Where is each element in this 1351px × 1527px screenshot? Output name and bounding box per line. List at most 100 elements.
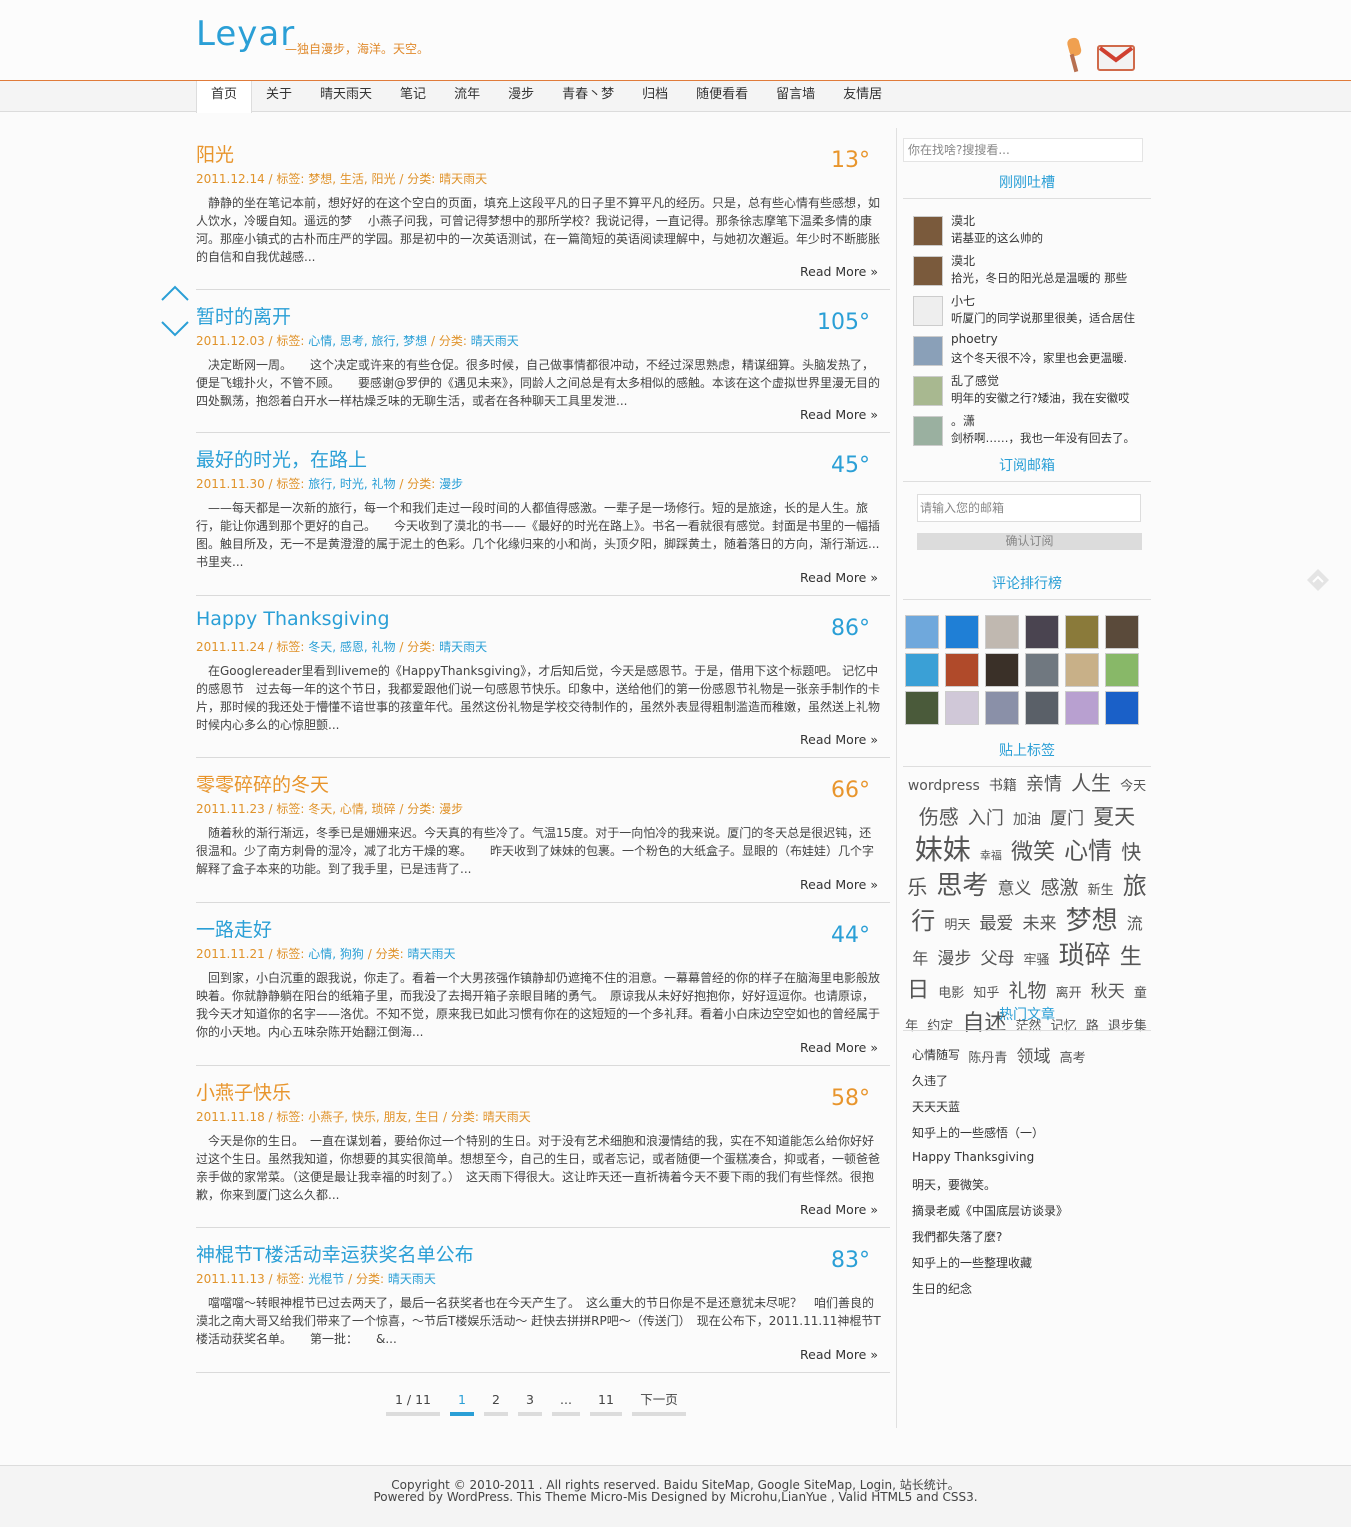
tag-link[interactable]: 伤感 <box>919 805 959 829</box>
page-link[interactable]: 11 <box>590 1390 622 1416</box>
commenter-avatar[interactable] <box>1065 615 1099 649</box>
nav-item[interactable]: 晴天雨天 <box>306 81 386 111</box>
commenter-avatar[interactable] <box>1025 653 1059 687</box>
post-title[interactable]: 最好的时光，在路上 <box>196 445 367 472</box>
tag-link[interactable]: 知乎 <box>973 986 999 1001</box>
tag-link[interactable]: 亲情 <box>1026 774 1062 795</box>
tag-link[interactable]: 明天 <box>944 918 970 933</box>
tag-link[interactable]: 高考 <box>1060 1051 1086 1066</box>
tool-icon[interactable] <box>1064 36 1086 76</box>
commenter-avatar[interactable] <box>1105 691 1139 725</box>
hot-post-link[interactable]: Happy Thanksgiving <box>912 1150 1034 1164</box>
post-tags[interactable]: 心情, 思考, 旅行, 梦想 <box>308 334 427 348</box>
post-tags[interactable]: 旅行, 时光, 礼物 <box>308 477 395 491</box>
mail-icon[interactable] <box>1096 42 1136 72</box>
tag-link[interactable]: 心情 <box>1064 837 1112 865</box>
page-link[interactable]: 2 <box>484 1390 508 1416</box>
scroll-down-icon[interactable] <box>160 320 190 338</box>
hot-post-link[interactable]: 明天，要微笑。 <box>912 1176 996 1193</box>
post-category[interactable]: 晴天雨天 <box>439 172 487 186</box>
commenter-avatar[interactable] <box>1105 615 1139 649</box>
site-logo[interactable]: Leyar <box>196 14 295 54</box>
commenter-avatar[interactable] <box>1025 615 1059 649</box>
post-title[interactable]: 阳光 <box>196 140 234 167</box>
tag-link[interactable]: 今天 <box>1120 779 1146 794</box>
post-title[interactable]: 小燕子快乐 <box>196 1078 291 1105</box>
tag-link[interactable]: 书籍 <box>989 778 1017 794</box>
tag-link[interactable]: 夏天 <box>1093 805 1135 829</box>
nav-item[interactable]: 关于 <box>252 81 306 111</box>
tag-link[interactable]: 微笑 <box>1011 840 1055 865</box>
nav-item[interactable]: 首页 <box>196 81 253 113</box>
commenter-avatar[interactable] <box>1025 691 1059 725</box>
tag-link[interactable]: 漫步 <box>937 949 971 969</box>
post-category[interactable]: 漫步 <box>439 477 463 491</box>
commenter-avatar[interactable] <box>945 691 979 725</box>
read-more-link[interactable]: Read More » <box>800 264 878 279</box>
read-more-link[interactable]: Read More » <box>800 877 878 892</box>
post-title[interactable]: Happy Thanksgiving <box>196 608 390 630</box>
nav-item[interactable]: 随便看看 <box>682 81 762 111</box>
hot-post-link[interactable]: 生日的纪念 <box>912 1280 972 1297</box>
post-title[interactable]: 零零碎碎的冬天 <box>196 770 329 797</box>
tag-link[interactable]: 最爱 <box>979 914 1013 934</box>
commenter-avatar[interactable] <box>945 615 979 649</box>
hot-post-link[interactable]: 摘录老威《中国底层访谈录》 <box>912 1202 1068 1219</box>
hot-post-link[interactable]: 知乎上的一些感悟（一） <box>912 1124 1044 1141</box>
tag-link[interactable]: 幸福 <box>980 849 1002 862</box>
tweet-author[interactable]: 。潇 <box>951 412 975 429</box>
post-title[interactable]: 暂时的离开 <box>196 302 291 329</box>
tag-link[interactable]: 牢骚 <box>1024 953 1050 968</box>
post-category[interactable]: 晴天雨天 <box>407 947 455 961</box>
commenter-avatar[interactable] <box>1105 653 1139 687</box>
read-more-link[interactable]: Read More » <box>800 732 878 747</box>
nav-item[interactable]: 青春丶梦 <box>548 81 628 111</box>
post-category[interactable]: 晴天雨天 <box>483 1110 531 1124</box>
page-link[interactable]: 3 <box>518 1390 542 1416</box>
tag-link[interactable]: 离开 <box>1056 986 1082 1001</box>
tag-link[interactable]: 思考 <box>936 871 988 901</box>
commenter-avatar[interactable] <box>985 653 1019 687</box>
commenter-avatar[interactable] <box>905 615 939 649</box>
post-category[interactable]: 晴天雨天 <box>388 1272 436 1286</box>
tag-link[interactable]: 新生 <box>1088 883 1114 898</box>
tweet-author[interactable]: phoetry <box>951 332 998 346</box>
read-more-link[interactable]: Read More » <box>800 1040 878 1055</box>
nav-item[interactable]: 归档 <box>628 81 682 111</box>
hot-post-link[interactable]: 久违了 <box>912 1072 948 1089</box>
post-title[interactable]: 神棍节T楼活动幸运获奖名单公布 <box>196 1240 474 1267</box>
read-more-link[interactable]: Read More » <box>800 1202 878 1217</box>
tweet-author[interactable]: 漠北 <box>951 212 975 229</box>
tag-link[interactable]: 加油 <box>1013 812 1041 828</box>
commenter-avatar[interactable] <box>985 691 1019 725</box>
tag-link[interactable]: 父母 <box>980 949 1014 969</box>
post-tags[interactable]: 小燕子, 快乐, 朋友, 生日 <box>308 1110 439 1124</box>
commenter-avatar[interactable] <box>945 653 979 687</box>
tag-link[interactable]: 梦想 <box>1066 906 1118 936</box>
hot-post-link[interactable]: 知乎上的一些整理收藏 <box>912 1254 1032 1271</box>
nav-item[interactable]: 留言墙 <box>762 81 829 111</box>
tag-link[interactable]: 秋天 <box>1091 982 1125 1002</box>
email-field[interactable]: 请输入您的邮箱 <box>917 494 1141 522</box>
tweet-author[interactable]: 漠北 <box>951 252 975 269</box>
tag-link[interactable]: 电影 <box>938 986 964 1001</box>
post-tags[interactable]: 梦想, 生活, 阳光 <box>308 172 395 186</box>
hot-post-link[interactable]: 我們都失落了麼? <box>912 1228 1002 1245</box>
post-title[interactable]: 一路走好 <box>196 915 272 942</box>
commenter-avatar[interactable] <box>985 615 1019 649</box>
commenter-avatar[interactable] <box>1065 653 1099 687</box>
avatar[interactable] <box>913 216 943 246</box>
tag-link[interactable]: 琐碎 <box>1059 941 1111 971</box>
tag-link[interactable]: 未来 <box>1023 914 1057 934</box>
tag-link[interactable]: 入门 <box>968 808 1004 829</box>
hot-post-link[interactable]: 心情随写 <box>912 1046 960 1063</box>
nav-item[interactable]: 笔记 <box>386 81 440 111</box>
tag-link[interactable]: 感激 <box>1041 877 1079 899</box>
search-input[interactable]: 你在找啥?搜搜看... <box>903 138 1143 162</box>
avatar[interactable] <box>913 296 943 326</box>
page-link[interactable]: 1 <box>450 1390 474 1416</box>
post-tags[interactable]: 冬天, 感恩, 礼物 <box>308 640 395 654</box>
read-more-link[interactable]: Read More » <box>800 407 878 422</box>
read-more-link[interactable]: Read More » <box>800 1347 878 1362</box>
tag-link[interactable]: 厦门 <box>1050 809 1084 829</box>
